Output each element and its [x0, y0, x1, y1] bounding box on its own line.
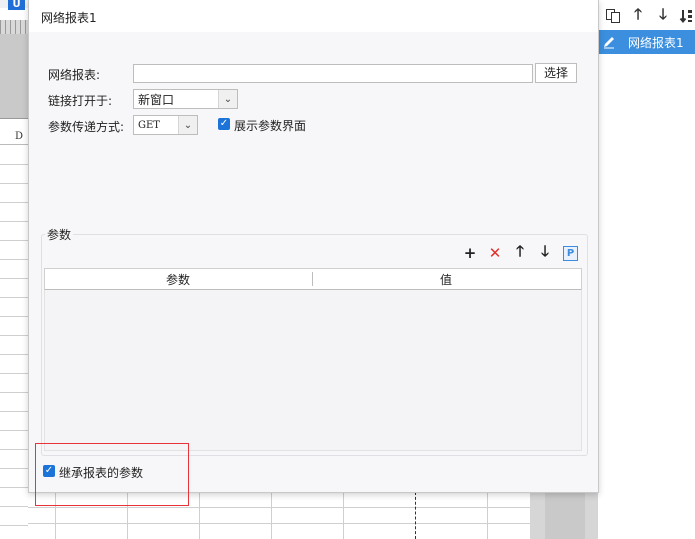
arrow-down-icon[interactable]: 🡓 — [537, 242, 553, 262]
param-method-label: 参数传递方式: — [48, 120, 125, 134]
params-group-title: 参数 — [45, 226, 74, 243]
show-params-label: 展示参数界面 — [234, 119, 307, 133]
hyperlink-list-panel: 🡑 🡓 网络报表1 — [597, 0, 695, 539]
grid-line — [199, 492, 200, 539]
dialog-title: 网络报表1 — [41, 11, 97, 25]
arrow-down-icon[interactable]: 🡓 — [654, 5, 672, 25]
column-divider[interactable] — [312, 272, 313, 286]
link-open-label: 链接打开于: — [48, 94, 113, 108]
params-table-body[interactable] — [44, 290, 582, 451]
toolbar-u-badge: U — [8, 0, 25, 10]
param-method-select[interactable]: GET ⌄ — [133, 115, 198, 135]
column-header-d: D — [15, 131, 24, 142]
arrow-up-icon[interactable]: 🡑 — [629, 5, 647, 25]
panel-toolbar: 🡑 🡓 — [598, 0, 695, 30]
params-table-header: 参数 值 — [44, 268, 582, 291]
link-open-select[interactable]: 新窗口 ⌄ — [133, 89, 238, 109]
grid-line — [487, 492, 488, 539]
copy-icon[interactable] — [604, 7, 622, 25]
link-open-value: 新窗口 — [138, 92, 175, 107]
background-grid-left — [0, 146, 28, 539]
highlight-box — [35, 443, 189, 506]
edit-icon — [598, 35, 620, 49]
background-gray-area — [0, 34, 28, 119]
page-break-line — [415, 492, 416, 539]
report-label: 网络报表: — [48, 68, 101, 82]
plus-icon[interactable]: + — [462, 244, 478, 262]
param-method-value: GET — [138, 119, 160, 131]
column-header: D — [0, 128, 28, 145]
p-button[interactable]: P — [563, 246, 578, 261]
close-icon[interactable]: ✕ — [487, 244, 503, 262]
chevron-down-icon: ⌄ — [218, 90, 237, 108]
hyperlink-item[interactable]: 网络报表1 — [598, 30, 695, 54]
grid-line — [343, 492, 344, 539]
column-header-value[interactable]: 值 — [440, 271, 452, 288]
arrow-up-icon[interactable]: 🡑 — [512, 242, 528, 262]
show-params-checkbox[interactable]: ✓ — [218, 118, 230, 130]
select-button[interactable]: 选择 — [535, 63, 577, 83]
grid-line — [271, 492, 272, 539]
chevron-down-icon: ⌄ — [178, 116, 197, 134]
column-header-param[interactable]: 参数 — [166, 271, 190, 288]
report-input[interactable] — [133, 64, 533, 83]
background-ruler — [0, 20, 28, 34]
sort-icon[interactable] — [678, 7, 695, 25]
hyperlink-dialog: 网络报表1 网络报表: 选择 链接打开于: 新窗口 ⌄ 参数传递方式: GET … — [28, 0, 599, 506]
hyperlink-item-label: 网络报表1 — [628, 35, 684, 50]
